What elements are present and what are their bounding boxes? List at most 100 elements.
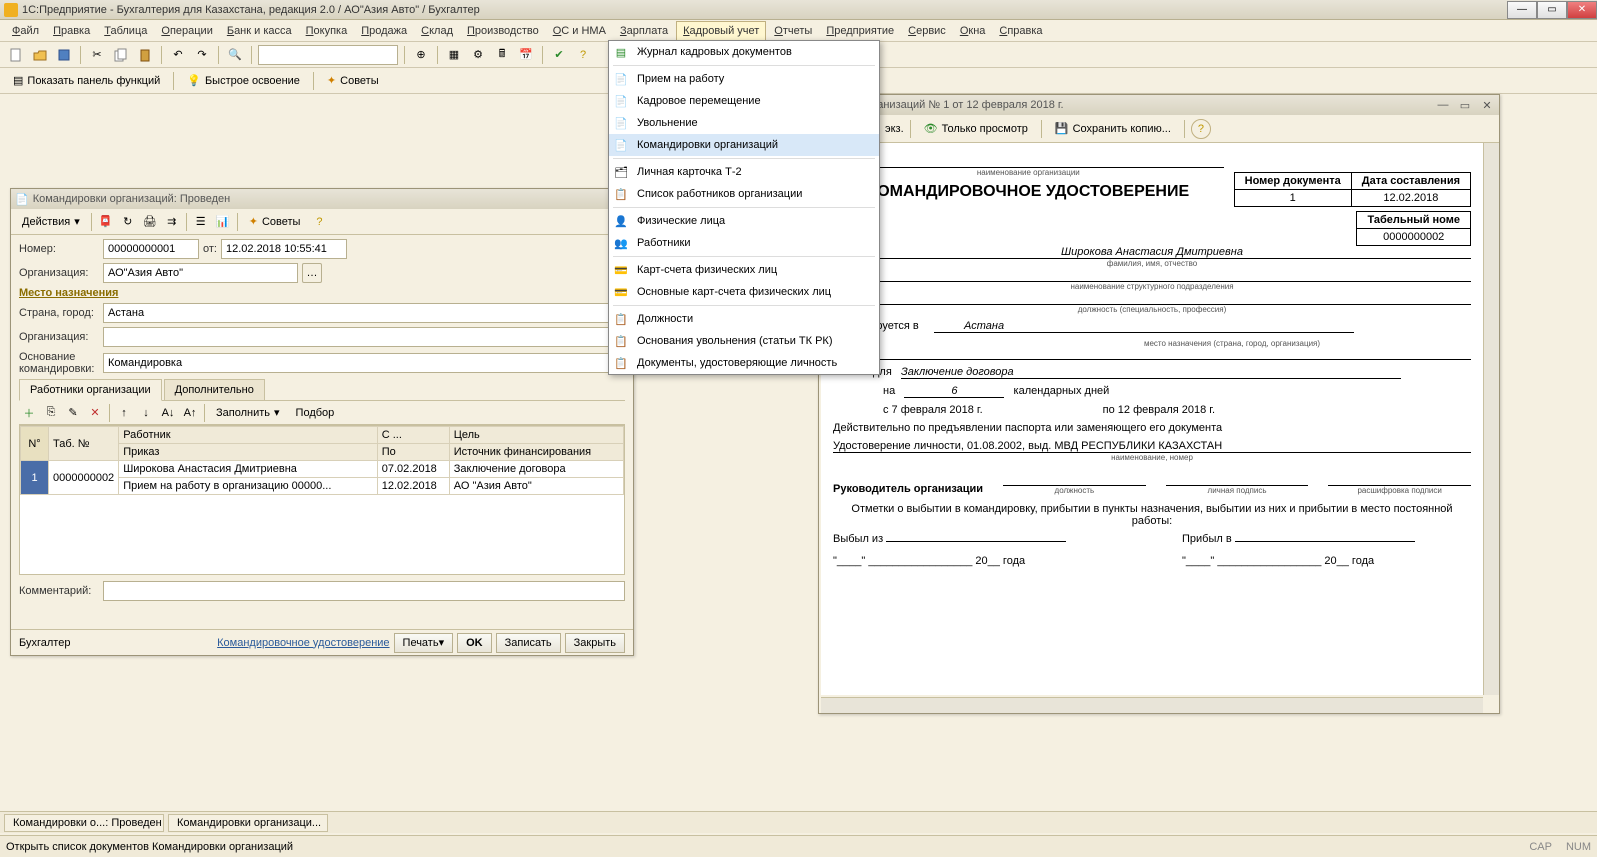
org-input[interactable]: АО"Азия Авто" [103, 263, 298, 283]
menu-reports[interactable]: Отчеты [768, 22, 818, 40]
copy-icon[interactable] [111, 45, 131, 65]
print-form-link[interactable]: Командировочное удостоверение [217, 637, 389, 649]
preview-close-icon[interactable]: ✕ [1477, 95, 1497, 115]
save-copy-button[interactable]: 💾Сохранить копию... [1048, 119, 1178, 139]
number-input[interactable]: 00000000001 [103, 239, 199, 259]
table-icon[interactable]: ▦ [444, 45, 464, 65]
tips-button[interactable]: ✦ Советы [320, 71, 386, 91]
preview-titlebar[interactable]: ировки организаций № 1 от 12 февраля 201… [819, 95, 1499, 115]
comment-input[interactable] [103, 581, 625, 601]
tab-additional[interactable]: Дополнительно [164, 379, 265, 400]
maximize-button[interactable]: ▭ [1537, 1, 1567, 19]
paste-icon[interactable] [135, 45, 155, 65]
dd-id-documents[interactable]: 📋Документы, удостоверяющие личность [609, 352, 879, 374]
preview-vertical-scrollbar[interactable] [1483, 143, 1499, 695]
date-input[interactable]: 12.02.2018 10:55:41 [221, 239, 347, 259]
menu-bank[interactable]: Банк и касса [221, 22, 298, 40]
view-only-button[interactable]: 👁Только просмотр [917, 119, 1035, 139]
dd-hr-journal[interactable]: ▤Журнал кадровых документов [609, 41, 879, 63]
move-up-icon[interactable]: ↑ [114, 403, 134, 423]
table-row[interactable]: 1 0000000002 Широкова Анастасия Дмитриев… [21, 461, 624, 478]
cut-icon[interactable]: ✂ [87, 45, 107, 65]
ok-button[interactable]: OK [457, 633, 492, 653]
form-tips-button[interactable]: ✦Советы [242, 212, 308, 232]
menu-file[interactable]: Файл [6, 22, 45, 40]
sort-desc-icon[interactable]: A↑ [180, 403, 200, 423]
minimize-button[interactable]: — [1507, 1, 1537, 19]
move-down-icon[interactable]: ↓ [136, 403, 156, 423]
menu-sale[interactable]: Продажа [355, 22, 413, 40]
menu-assets[interactable]: ОС и НМА [547, 22, 612, 40]
dd-trips[interactable]: 📄Командировки организаций [609, 134, 879, 156]
goto-icon[interactable]: ⇉ [162, 212, 182, 232]
basis-input[interactable]: Командировка [103, 353, 625, 373]
delete-row-icon[interactable]: ✕ [85, 403, 105, 423]
dd-persons[interactable]: 👤Физические лица [609, 210, 879, 232]
tab-workers[interactable]: Работники организации [19, 379, 162, 401]
save-icon[interactable] [54, 45, 74, 65]
preview-document-area[interactable]: Авто" наименование организации КОМАНДИРО… [821, 143, 1483, 695]
dd-dismissal-reasons[interactable]: 📋Основания увольнения (статьи ТК РК) [609, 330, 879, 352]
menu-production[interactable]: Производство [461, 22, 545, 40]
menu-warehouse[interactable]: Склад [415, 22, 459, 40]
dest-org-input[interactable] [103, 327, 625, 347]
show-panel-button[interactable]: ▤ Показать панель функций [6, 71, 167, 91]
search-icon[interactable]: 🔍 [225, 45, 245, 65]
date-icon[interactable]: 📅 [516, 45, 536, 65]
trip-form-titlebar[interactable]: 📄 Командировки организаций: Проведен [11, 189, 633, 209]
font-combo[interactable] [258, 45, 398, 65]
calc-icon[interactable]: 🖩 [492, 45, 512, 65]
dd-dismissal[interactable]: 📄Увольнение [609, 112, 879, 134]
menu-operations[interactable]: Операции [155, 22, 218, 40]
menu-windows[interactable]: Окна [954, 22, 992, 40]
zoom-icon[interactable]: ⊕ [411, 45, 431, 65]
report-icon[interactable]: 📊 [213, 212, 233, 232]
dd-card-accounts[interactable]: 💳Карт-счета физических лиц [609, 259, 879, 281]
preview-horizontal-scrollbar[interactable] [821, 697, 1483, 713]
form-help-icon[interactable]: ? [309, 212, 329, 232]
help-icon[interactable]: ? [573, 45, 593, 65]
task-trip-preview[interactable]: Командировки организаци... [168, 814, 328, 832]
task-trip-form[interactable]: Командировки о...: Проведен [4, 814, 164, 832]
print-dropdown[interactable]: Печать▾ [394, 633, 454, 653]
dd-transfer[interactable]: 📄Кадровое перемещение [609, 90, 879, 112]
redo-icon[interactable]: ↷ [192, 45, 212, 65]
repost-icon[interactable]: ↻ [118, 212, 138, 232]
menu-service[interactable]: Сервис [902, 22, 952, 40]
save-button[interactable]: Записать [496, 633, 561, 653]
menu-edit[interactable]: Правка [47, 22, 96, 40]
preview-help-icon[interactable]: ? [1191, 119, 1211, 139]
fill-button[interactable]: Заполнить▾ [209, 403, 287, 423]
menu-salary[interactable]: Зарплата [614, 22, 674, 40]
select-button[interactable]: Подбор [289, 403, 342, 423]
menu-table[interactable]: Таблица [98, 22, 153, 40]
org-select-button[interactable]: … [302, 263, 322, 283]
undo-icon[interactable]: ↶ [168, 45, 188, 65]
copy-row-icon[interactable]: ⎘ [41, 403, 61, 423]
preview-maximize-icon[interactable]: ▭ [1455, 95, 1475, 115]
menu-purchase[interactable]: Покупка [300, 22, 354, 40]
check-icon[interactable]: ✔ [549, 45, 569, 65]
menu-enterprise[interactable]: Предприятие [820, 22, 900, 40]
menu-help[interactable]: Справка [993, 22, 1048, 40]
dd-main-card-accounts[interactable]: 💳Основные карт-счета физических лиц [609, 281, 879, 303]
city-input[interactable]: Астана [103, 303, 625, 323]
props-icon[interactable]: ⚙ [468, 45, 488, 65]
dd-hire[interactable]: 📄Прием на работу [609, 68, 879, 90]
dd-positions[interactable]: 📋Должности [609, 308, 879, 330]
sort-asc-icon[interactable]: A↓ [158, 403, 178, 423]
open-icon[interactable] [30, 45, 50, 65]
struct-icon[interactable]: ☰ [191, 212, 211, 232]
close-button[interactable]: ✕ [1567, 1, 1597, 19]
dd-workers[interactable]: 👥Работники [609, 232, 879, 254]
edit-row-icon[interactable]: ✎ [63, 403, 83, 423]
dd-card-t2[interactable]: 🗂Личная карточка Т-2 [609, 161, 879, 183]
new-doc-icon[interactable] [6, 45, 26, 65]
dd-workers-list[interactable]: 📋Список работников организации [609, 183, 879, 205]
close-form-button[interactable]: Закрыть [565, 633, 625, 653]
post-icon[interactable]: 📮 [96, 212, 116, 232]
actions-dropdown[interactable]: Действия▾ [15, 212, 87, 232]
quick-learn-button[interactable]: 💡 Быстрое освоение [180, 71, 307, 91]
preview-minimize-icon[interactable]: — [1433, 95, 1453, 115]
workers-grid[interactable]: N° Таб. № Работник С ... Цель Приказ По … [19, 425, 625, 575]
